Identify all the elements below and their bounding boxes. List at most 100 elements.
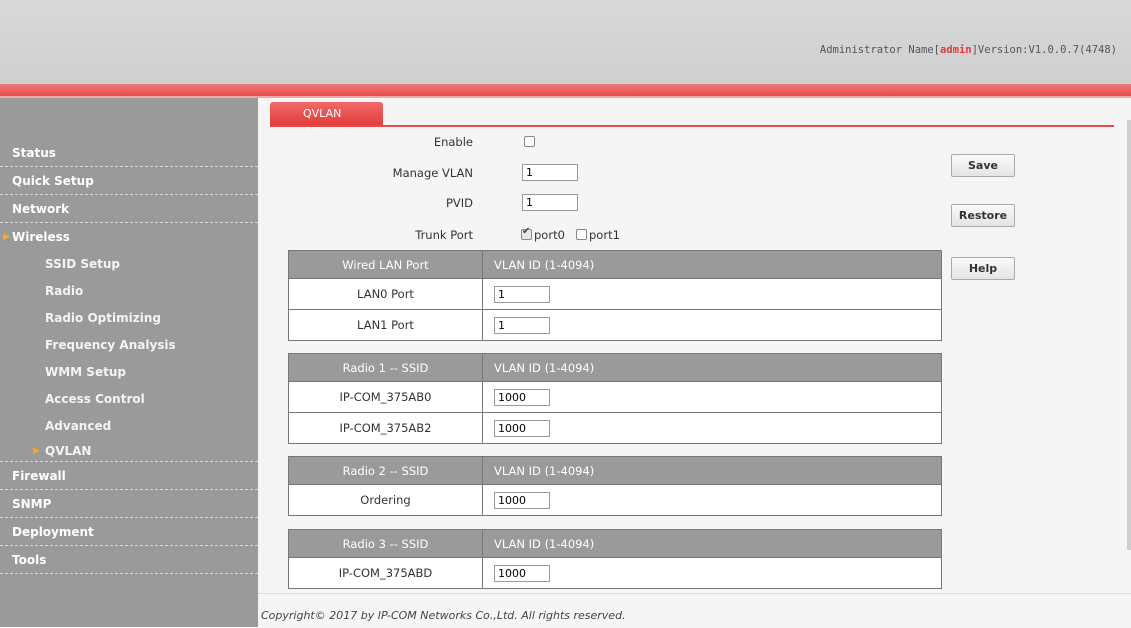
- row-label: IP-COM_375ABD: [288, 557, 483, 589]
- main-content: QVLAN Enable Manage VLAN PVID Trunk Port…: [258, 98, 1131, 593]
- ssid-vlan-input[interactable]: [494, 388, 550, 406]
- lan0-vlan-input[interactable]: [494, 285, 550, 303]
- wired-lan-vlan-table: Wired LAN Port VLAN ID (1-4094) LAN0 Por…: [288, 250, 942, 341]
- sidebar-item-label: Tools: [12, 553, 47, 567]
- trunk-port-label: Trunk Port: [415, 228, 473, 242]
- top-header: Administrator Name[admin]Version:V1.0.0.…: [0, 0, 1131, 84]
- sidebar-item-quick-setup[interactable]: Quick Setup: [0, 167, 258, 195]
- sidebar-item-frequency-analysis[interactable]: Frequency Analysis: [0, 332, 258, 359]
- sidebar-item-label: Deployment: [12, 525, 94, 539]
- table-row: IP-COM_375ABD: [288, 557, 942, 589]
- firmware-version: Version:V1.0.0.7(4748): [977, 44, 1117, 56]
- sidebar-item-snmp[interactable]: SNMP: [0, 490, 258, 518]
- sidebar-item-firewall[interactable]: Firewall: [0, 462, 258, 490]
- column-header: VLAN ID (1-4094): [482, 456, 942, 485]
- sidebar-item-label: Status: [12, 146, 56, 160]
- sidebar-item-label: QVLAN: [45, 444, 92, 458]
- sidebar-item-radio-optimizing[interactable]: Radio Optimizing: [0, 305, 258, 332]
- table-row: Ordering: [288, 484, 942, 516]
- ssid-vlan-input[interactable]: [494, 491, 550, 509]
- sidebar-menu: Status Quick Setup Network ▶ Wireless SSI…: [0, 139, 258, 574]
- port1-label: port1: [589, 228, 620, 242]
- restore-button[interactable]: Restore: [951, 204, 1015, 227]
- sidebar-item-label: Advanced: [45, 419, 112, 433]
- sidebar-item-status[interactable]: Status: [0, 139, 258, 167]
- row-label: LAN1 Port: [288, 309, 483, 341]
- port0-label: port0: [534, 228, 565, 242]
- sidebar-item-label: SNMP: [12, 497, 52, 511]
- pvid-label: PVID: [445, 196, 473, 210]
- vlan-cell: [482, 412, 942, 444]
- table-header-row: Radio 1 -- SSID VLAN ID (1-4094): [288, 353, 942, 382]
- vlan-cell: [482, 309, 942, 341]
- row-label: LAN0 Port: [288, 278, 483, 310]
- table-header-row: Radio 3 -- SSID VLAN ID (1-4094): [288, 529, 942, 558]
- sidebar-item-tools[interactable]: Tools: [0, 546, 258, 574]
- port0-checkbox[interactable]: [521, 226, 532, 240]
- admin-info: Administrator Name[admin]Version:V1.0.0.…: [820, 44, 1117, 56]
- sidebar: Status Quick Setup Network ▶ Wireless SSI…: [0, 98, 258, 627]
- sidebar-item-qvlan[interactable]: ▶ QVLAN: [0, 440, 258, 462]
- header-accent-bar: [0, 84, 1131, 96]
- sidebar-item-advanced[interactable]: Advanced: [0, 413, 258, 440]
- column-header: VLAN ID (1-4094): [482, 529, 942, 558]
- column-header: VLAN ID (1-4094): [482, 353, 942, 382]
- radio3-ssid-vlan-table: Radio 3 -- SSID VLAN ID (1-4094) IP-COM_…: [288, 529, 942, 589]
- manage-vlan-input[interactable]: [522, 164, 578, 181]
- table-row: IP-COM_375AB0: [288, 381, 942, 413]
- save-button[interactable]: Save: [951, 154, 1015, 177]
- footer-content: Copyright© 2017 by IP-COM Networks Co.,L…: [258, 593, 1131, 628]
- vlan-cell: [482, 557, 942, 589]
- vlan-cell: [482, 381, 942, 413]
- sidebar-item-label: Quick Setup: [12, 174, 94, 188]
- sidebar-item-label: Firewall: [12, 469, 66, 483]
- radio2-ssid-vlan-table: Radio 2 -- SSID VLAN ID (1-4094) Orderin…: [288, 456, 942, 516]
- help-button[interactable]: Help: [951, 257, 1015, 280]
- manage-vlan-label: Manage VLAN: [392, 166, 473, 180]
- radio1-ssid-vlan-table: Radio 1 -- SSID VLAN ID (1-4094) IP-COM_…: [288, 353, 942, 444]
- table-row: IP-COM_375AB2: [288, 412, 942, 444]
- sidebar-item-radio[interactable]: Radio: [0, 278, 258, 305]
- sidebar-item-label: Radio Optimizing: [45, 311, 161, 325]
- admin-prefix: Administrator Name[: [819, 44, 940, 56]
- column-header: VLAN ID (1-4094): [482, 250, 942, 279]
- vlan-cell: [482, 278, 942, 310]
- enable-label: Enable: [433, 135, 473, 149]
- sidebar-item-label: Wireless: [12, 230, 70, 244]
- sidebar-item-label: Access Control: [45, 392, 145, 406]
- copyright-text: Copyright© 2017 by IP-COM Networks Co.,L…: [261, 609, 626, 622]
- vlan-cell: [482, 484, 942, 516]
- column-header: Radio 3 -- SSID: [288, 529, 483, 558]
- ssid-vlan-input[interactable]: [494, 564, 550, 582]
- expanded-arrow-icon: ▶: [3, 232, 10, 242]
- tab-underline: [270, 125, 1114, 127]
- sidebar-item-label: WMM Setup: [45, 365, 126, 379]
- scrollbar[interactable]: [1127, 120, 1131, 550]
- sidebar-item-label: Frequency Analysis: [45, 338, 176, 352]
- port1-checkbox[interactable]: [576, 229, 587, 240]
- pvid-input[interactable]: [522, 194, 578, 211]
- row-label: Ordering: [288, 484, 483, 516]
- sidebar-item-ssid-setup[interactable]: SSID Setup: [0, 251, 258, 278]
- table-header-row: Radio 2 -- SSID VLAN ID (1-4094): [288, 456, 942, 485]
- tab-qvlan[interactable]: QVLAN: [270, 102, 383, 125]
- lan1-vlan-input[interactable]: [494, 316, 550, 334]
- ssid-vlan-input[interactable]: [494, 419, 550, 437]
- enable-checkbox[interactable]: [524, 136, 535, 147]
- current-page-arrow-icon: ▶: [33, 446, 40, 456]
- sidebar-item-access-control[interactable]: Access Control: [0, 386, 258, 413]
- column-header: Wired LAN Port: [288, 250, 483, 279]
- sidebar-item-label: Radio: [45, 284, 84, 298]
- sidebar-item-deployment[interactable]: Deployment: [0, 518, 258, 546]
- sidebar-item-label: Network: [12, 202, 70, 216]
- sidebar-item-wmm-setup[interactable]: WMM Setup: [0, 359, 258, 386]
- sidebar-item-network[interactable]: Network: [0, 195, 258, 223]
- column-header: Radio 2 -- SSID: [288, 456, 483, 485]
- table-header-row: Wired LAN Port VLAN ID (1-4094): [288, 250, 942, 279]
- sidebar-item-label: SSID Setup: [45, 257, 120, 271]
- sidebar-item-wireless[interactable]: ▶ Wireless: [0, 223, 258, 251]
- admin-username: admin: [939, 44, 972, 56]
- table-row: LAN0 Port: [288, 278, 942, 310]
- row-label: IP-COM_375AB0: [288, 381, 483, 413]
- column-header: Radio 1 -- SSID: [288, 353, 483, 382]
